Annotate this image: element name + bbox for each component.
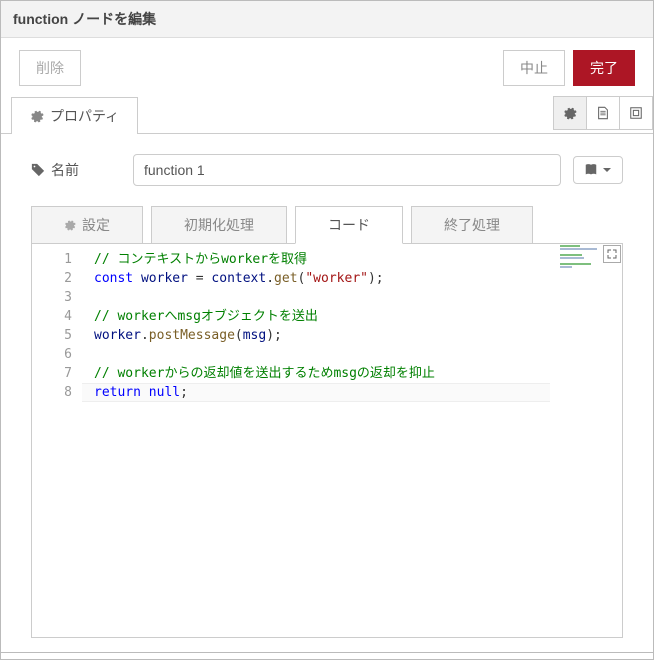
document-icon — [596, 106, 610, 120]
node-appearance-button[interactable] — [619, 96, 653, 130]
line-number: 8 — [32, 383, 72, 402]
editor-scrollbar[interactable] — [608, 266, 622, 637]
expand-editor-button[interactable] — [603, 245, 621, 263]
line-gutter: 12345678 — [32, 244, 82, 637]
node-settings-button[interactable] — [553, 96, 587, 130]
minimap[interactable] — [560, 245, 608, 325]
book-icon — [584, 163, 598, 177]
code-line[interactable] — [94, 345, 588, 364]
dialog-title: function ノードを編集 — [1, 1, 653, 38]
line-number: 4 — [32, 307, 72, 326]
expand-icon — [607, 249, 617, 259]
line-number: 6 — [32, 345, 72, 364]
node-description-button[interactable] — [586, 96, 620, 130]
line-number: 2 — [32, 269, 72, 288]
code-line[interactable]: worker.postMessage(msg); — [94, 326, 588, 345]
tab-properties[interactable]: プロパティ — [11, 97, 138, 134]
line-number: 7 — [32, 364, 72, 383]
main-tabs: プロパティ — [1, 96, 653, 134]
code-line[interactable]: const worker = context.get("worker"); — [94, 269, 588, 288]
code-line[interactable]: return null; — [94, 383, 588, 402]
resize-handle[interactable] — [267, 638, 387, 646]
tab-init[interactable]: 初期化処理 — [151, 206, 287, 244]
code-editor[interactable]: 12345678 // コンテキストからworkerを取得const worke… — [31, 243, 623, 638]
tab-close-label: 終了処理 — [444, 215, 500, 235]
code-line[interactable]: // コンテキストからworkerを取得 — [94, 250, 588, 269]
delete-button[interactable]: 削除 — [19, 50, 81, 86]
tag-icon — [31, 163, 45, 177]
gear-icon — [563, 106, 577, 120]
cancel-button[interactable]: 中止 — [503, 50, 565, 86]
code-line[interactable]: // workerへmsgオブジェクトを送出 — [94, 307, 588, 326]
tab-code[interactable]: コード — [295, 206, 403, 244]
name-label-text: 名前 — [51, 160, 79, 180]
line-number: 5 — [32, 326, 72, 345]
tab-setup-label: 設定 — [82, 215, 110, 235]
name-input[interactable] — [133, 154, 561, 186]
name-label: 名前 — [31, 160, 121, 180]
gear-icon — [64, 219, 76, 231]
tab-setup[interactable]: 設定 — [31, 206, 143, 244]
library-button[interactable] — [573, 156, 623, 184]
tab-close[interactable]: 終了処理 — [411, 206, 533, 244]
line-number: 3 — [32, 288, 72, 307]
tab-code-label: コード — [328, 215, 370, 235]
code-tabs: 設定 初期化処理 コード 終了処理 — [31, 206, 623, 244]
dialog-footer — [1, 652, 653, 660]
gear-icon — [30, 109, 44, 123]
code-content[interactable]: // コンテキストからworkerを取得const worker = conte… — [94, 244, 588, 637]
code-line[interactable] — [94, 288, 588, 307]
button-row: 削除 中止 完了 — [1, 38, 653, 96]
tab-properties-label: プロパティ — [50, 106, 119, 126]
caret-down-icon — [602, 165, 612, 175]
appearance-icon — [629, 106, 643, 120]
tab-init-label: 初期化処理 — [184, 215, 254, 235]
done-button[interactable]: 完了 — [573, 50, 635, 86]
line-number: 1 — [32, 250, 72, 269]
code-line[interactable]: // workerからの返却値を送出するためmsgの返却を抑止 — [94, 364, 588, 383]
